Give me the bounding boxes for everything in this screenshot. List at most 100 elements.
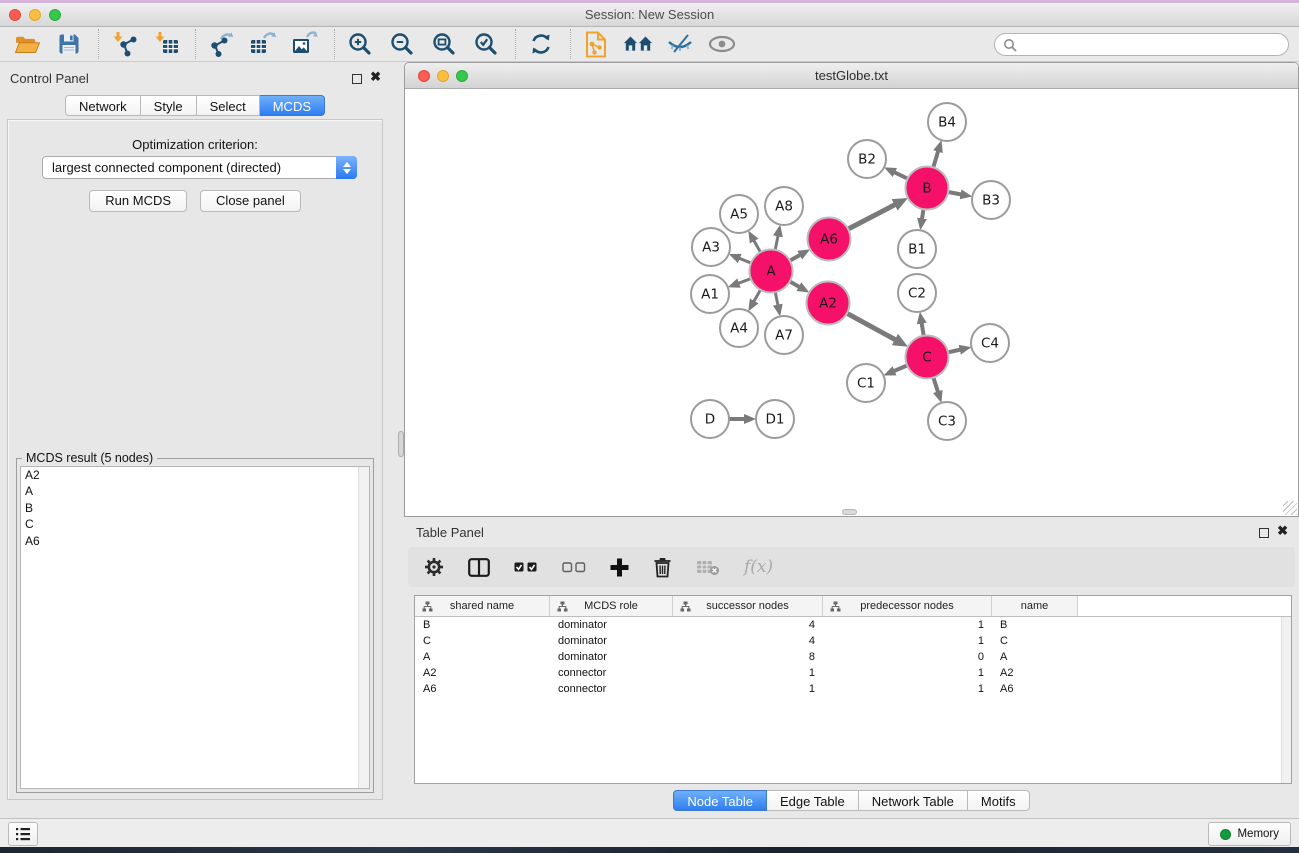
network-canvas[interactable]: B4B2BB3A5A8A6B1A3AC2A1A2A4A7C4CC1C3DD1 — [405, 90, 1298, 516]
edge-A2-C[interactable] — [845, 312, 896, 340]
add-column-button[interactable] — [610, 558, 629, 577]
table-scrollbar[interactable] — [1281, 617, 1291, 783]
table-tab-motifs[interactable]: Motifs — [968, 790, 1030, 811]
node-C2[interactable]: C2 — [898, 274, 936, 312]
table-tab-edge-table[interactable]: Edge Table — [767, 790, 859, 811]
node-A[interactable]: A — [750, 250, 793, 293]
column-header-mcds-role[interactable]: MCDS role — [550, 596, 673, 617]
zoom-selected-button[interactable] — [471, 29, 501, 59]
table-cell[interactable]: 4 — [673, 633, 823, 649]
delete-column-button[interactable] — [653, 557, 672, 578]
mcds-result-item[interactable]: B — [21, 500, 369, 516]
close-window-button[interactable] — [9, 9, 21, 21]
table-cell[interactable]: 1 — [673, 665, 823, 681]
network-minimize-button[interactable] — [437, 70, 449, 82]
control-tab-select[interactable]: Select — [197, 95, 260, 116]
table-cell[interactable]: 1 — [823, 665, 992, 681]
memory-button[interactable]: Memory — [1208, 822, 1291, 846]
control-tab-mcds[interactable]: MCDS — [260, 95, 325, 116]
zoom-in-button[interactable] — [345, 29, 375, 59]
edge-A6-B[interactable] — [846, 204, 895, 230]
node-D1[interactable]: D1 — [756, 400, 794, 438]
table-row[interactable]: Adominator80A — [415, 649, 1291, 665]
float-table-panel-icon[interactable] — [1259, 528, 1269, 538]
table-cell[interactable]: 1 — [823, 617, 992, 633]
export-network-button[interactable] — [206, 29, 236, 59]
table-cell[interactable]: 1 — [823, 681, 992, 697]
table-cell[interactable]: dominator — [550, 633, 673, 649]
search-input[interactable] — [1022, 38, 1280, 52]
table-cell[interactable]: 4 — [673, 617, 823, 633]
export-image-button[interactable] — [290, 29, 320, 59]
deselect-all-button[interactable] — [562, 561, 586, 573]
table-row[interactable]: A2connector11A2 — [415, 665, 1291, 681]
zoom-out-button[interactable] — [387, 29, 417, 59]
node-C3[interactable]: C3 — [928, 402, 966, 440]
column-header-successor-nodes[interactable]: successor nodes — [673, 596, 823, 617]
node-B1[interactable]: B1 — [898, 230, 936, 268]
result-list-scrollbar[interactable] — [358, 467, 369, 788]
control-tab-network[interactable]: Network — [65, 95, 141, 116]
node-C[interactable]: C — [906, 336, 949, 379]
refresh-button[interactable] — [526, 29, 556, 59]
search-field[interactable] — [994, 33, 1289, 56]
select-all-button[interactable] — [514, 561, 538, 573]
column-header-predecessor-nodes[interactable]: predecessor nodes — [823, 596, 992, 617]
save-session-button[interactable] — [54, 29, 84, 59]
node-A6[interactable]: A6 — [808, 218, 851, 261]
node-B4[interactable]: B4 — [928, 103, 966, 141]
table-cell[interactable]: C — [992, 633, 1078, 649]
node-A5[interactable]: A5 — [720, 195, 758, 233]
task-history-button[interactable] — [8, 822, 38, 846]
node-A3[interactable]: A3 — [692, 228, 730, 266]
zoom-fit-button[interactable] — [429, 29, 459, 59]
splitter-grip[interactable] — [398, 431, 404, 457]
table-tab-network-table[interactable]: Network Table — [859, 790, 968, 811]
table-cell[interactable]: A6 — [992, 681, 1078, 697]
node-C1[interactable]: C1 — [847, 364, 885, 402]
run-mcds-button[interactable]: Run MCDS — [89, 190, 187, 212]
node-C4[interactable]: C4 — [971, 324, 1009, 362]
node-B2[interactable]: B2 — [848, 140, 886, 178]
table-cell[interactable]: connector — [550, 665, 673, 681]
zoom-window-button[interactable] — [49, 9, 61, 21]
table-row[interactable]: Bdominator41B — [415, 617, 1291, 633]
network-zoom-button[interactable] — [456, 70, 468, 82]
mcds-result-list[interactable]: A2ABCA6 — [20, 466, 370, 789]
close-panel-icon[interactable]: ✖ — [370, 69, 381, 85]
table-cell[interactable]: A — [415, 649, 550, 665]
node-A2[interactable]: A2 — [807, 282, 850, 325]
hide-panels-button[interactable] — [665, 29, 695, 59]
table-cell[interactable]: A6 — [415, 681, 550, 697]
table-cell[interactable]: 1 — [823, 633, 992, 649]
apply-layout-button[interactable] — [623, 29, 653, 59]
table-row[interactable]: A6connector11A6 — [415, 681, 1291, 697]
table-cell[interactable]: A2 — [415, 665, 550, 681]
table-cell[interactable]: A — [992, 649, 1078, 665]
table-cell[interactable]: connector — [550, 681, 673, 697]
window-resize-grip[interactable] — [1283, 501, 1297, 515]
show-panels-button[interactable] — [707, 29, 737, 59]
export-table-button[interactable] — [248, 29, 278, 59]
select-stepper-icon[interactable] — [336, 156, 357, 179]
app-titlebar[interactable]: Session: New Session — [0, 3, 1299, 27]
node-A4[interactable]: A4 — [720, 309, 758, 347]
import-network-button[interactable] — [109, 29, 139, 59]
node-D[interactable]: D — [691, 400, 729, 438]
table-cell[interactable]: B — [992, 617, 1078, 633]
splitter-grip[interactable] — [842, 509, 857, 515]
table-cell[interactable]: dominator — [550, 649, 673, 665]
node-B[interactable]: B — [906, 167, 949, 210]
node-A1[interactable]: A1 — [691, 275, 729, 313]
table-cell[interactable]: dominator — [550, 617, 673, 633]
column-header-name[interactable]: name — [992, 596, 1078, 617]
mcds-result-item[interactable]: A2 — [21, 467, 369, 483]
new-network-from-selection-button[interactable] — [581, 29, 611, 59]
table-cell[interactable]: B — [415, 617, 550, 633]
minimize-window-button[interactable] — [29, 9, 41, 21]
table-row[interactable]: Cdominator41C — [415, 633, 1291, 649]
table-settings-button[interactable] — [424, 557, 444, 577]
float-panel-icon[interactable] — [352, 74, 362, 84]
node-B3[interactable]: B3 — [972, 181, 1010, 219]
control-tab-style[interactable]: Style — [141, 95, 197, 116]
